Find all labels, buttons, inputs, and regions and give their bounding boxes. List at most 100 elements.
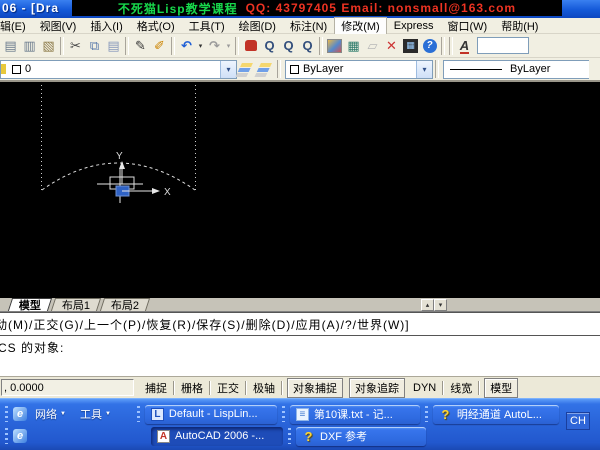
taskbar-task-notepad[interactable]: ≡ 第10课.txt - 记... <box>289 404 420 424</box>
ucs-x-arrowhead <box>152 188 160 194</box>
plot-preview-icon[interactable]: ▥ <box>20 37 39 55</box>
text-style-icon[interactable]: A <box>455 37 474 55</box>
command-history: 动(M)/正交(G)/上一个(P)/恢复(R)/保存(S)/删除(D)/应用(A… <box>0 312 600 336</box>
toggle-grid[interactable]: 栅格 <box>176 379 208 397</box>
quicklaunch-tools-menu[interactable]: 工具 ▼ <box>80 406 111 422</box>
taskbar-task-mingjing-help[interactable]: ? 明经通道 AutoL... <box>432 404 559 424</box>
markup-set-manager-icon[interactable]: ✕ <box>382 37 401 55</box>
cut-icon[interactable]: ✂ <box>66 37 85 55</box>
statusbar-separator <box>478 380 481 395</box>
layer-dropdown-arrow[interactable]: ▾ <box>220 60 236 78</box>
quickcalc-icon[interactable]: ▦ <box>401 37 420 55</box>
language-indicator[interactable]: CH <box>566 412 590 430</box>
undo-caret-icon[interactable]: ▾ <box>196 37 205 55</box>
command-prompt[interactable]: CS 的对象: <box>0 336 600 358</box>
ie-icon[interactable]: e <box>13 429 27 443</box>
statusbar-separator <box>209 380 211 395</box>
taskbar-drag-handle <box>136 406 140 422</box>
banner-contact-text: QQ: 43797405 Email: nonsmall@163.com <box>245 1 517 15</box>
sheetset-manager-icon[interactable]: ▱ <box>363 37 382 55</box>
plot-icon[interactable]: ▤ <box>1 37 20 55</box>
drawing-canvas[interactable]: Y X <box>0 82 600 298</box>
lisplink-icon: L <box>150 407 164 421</box>
toggle-dyn[interactable]: DYN <box>408 381 441 395</box>
taskbar-task-lisplink[interactable]: L Default - LispLin... <box>144 404 277 424</box>
pan-hand-glyph <box>244 40 257 51</box>
menu-item-insert[interactable]: 插入(I) <box>83 17 129 35</box>
help-icon[interactable]: ? <box>420 37 439 55</box>
menu-item-express[interactable]: Express <box>387 19 441 33</box>
color-swatch <box>290 64 299 74</box>
layer-properties-icon[interactable] <box>237 60 256 78</box>
toolbar-separator <box>449 36 453 55</box>
menu-item-format[interactable]: 格式(O) <box>130 17 182 35</box>
toggle-snap[interactable]: 捕捉 <box>140 379 172 397</box>
menu-item-dimension[interactable]: 标注(N) <box>283 17 334 35</box>
layers-stack-glyph <box>259 63 272 67</box>
redo-caret-icon[interactable]: ▾ <box>224 37 233 55</box>
linetype-sample-line <box>450 68 502 70</box>
pan-icon[interactable] <box>241 37 260 55</box>
linetype-value: ByLayer <box>510 63 551 75</box>
toolbar-separator <box>319 36 323 55</box>
publish-icon[interactable]: ▧ <box>39 37 58 55</box>
zoom-realtime-icon[interactable]: Q <box>260 37 279 55</box>
taskbar-row-1: e 网络 ▼ 工具 ▼ L Default - LispLin... ≡ 第10… <box>0 404 600 424</box>
layer-status-icon <box>1 64 6 74</box>
command-window[interactable]: 动(M)/正交(G)/上一个(P)/恢复(R)/保存(S)/删除(D)/应用(A… <box>0 312 600 376</box>
tab-model[interactable]: 模型 <box>7 298 53 312</box>
toggle-model-space[interactable]: 模型 <box>484 377 519 398</box>
toolbar-separator <box>125 36 129 55</box>
ie-window-icon[interactable]: e <box>13 407 27 421</box>
toolbar-separator <box>441 36 445 55</box>
menu-item-tools[interactable]: 工具(T) <box>182 17 232 35</box>
copy-icon[interactable]: ⧉ <box>85 37 104 55</box>
tab-layout2[interactable]: 布局2 <box>100 298 151 312</box>
menu-item-view[interactable]: 视图(V) <box>33 17 84 35</box>
properties-palette-icon[interactable] <box>325 37 344 55</box>
text-style-combo[interactable] <box>477 37 529 54</box>
command-prompt-line: CS 的对象: <box>0 340 65 355</box>
ucs-y-label: Y <box>116 151 123 162</box>
layer-previous-icon[interactable] <box>256 60 275 78</box>
redo-icon[interactable]: ↷ <box>205 37 224 55</box>
properties-palette-glyph <box>327 38 342 53</box>
zoom-window-icon[interactable]: Q <box>279 37 298 55</box>
quicklaunch-network-menu[interactable]: 网络 ▼ <box>35 406 66 422</box>
designcenter-icon[interactable]: ▦ <box>344 37 363 55</box>
toggle-lineweight[interactable]: 线宽 <box>445 379 477 397</box>
scroll-up-button[interactable]: ▴ <box>421 299 434 311</box>
block-editor-icon[interactable]: ✐ <box>150 37 169 55</box>
color-dropdown-arrow[interactable]: ▾ <box>416 60 432 78</box>
taskbar-task-autocad[interactable]: A AutoCAD 2006 -... <box>151 426 283 446</box>
menubar: 辑(E) 视图(V) 插入(I) 格式(O) 工具(T) 绘图(D) 标注(N)… <box>0 16 600 35</box>
window-titlebar[interactable]: 06 - [Dra 不死猫Lisp教学课程 QQ: 43797405 Email… <box>0 0 600 18</box>
paste-icon[interactable]: ▤ <box>104 37 123 55</box>
statusbar-toggles: 捕捉 栅格 正交 极轴 对象捕捉 对象追踪 DYN 线宽 模型 <box>140 377 521 398</box>
statusbar-separator <box>173 380 175 395</box>
menu-item-window[interactable]: 窗口(W) <box>440 17 494 35</box>
menu-item-help[interactable]: 帮助(H) <box>494 17 545 35</box>
help-question-icon: ? <box>304 428 313 444</box>
toggle-osnap[interactable]: 对象捕捉 <box>287 377 343 398</box>
toggle-otrack[interactable]: 对象追踪 <box>349 377 405 398</box>
zoom-previous-icon[interactable]: Q <box>298 37 317 55</box>
layer-dropdown[interactable]: 0 ▾ <box>0 59 237 79</box>
menu-item-modify[interactable]: 修改(M) <box>334 16 387 35</box>
coordinates-display[interactable]: , 0.0000 <box>1 379 134 396</box>
match-properties-icon[interactable]: ✎ <box>131 37 150 55</box>
menu-item-edit[interactable]: 辑(E) <box>0 17 33 35</box>
scroll-down-button[interactable]: ▾ <box>434 299 447 311</box>
tab-layout1[interactable]: 布局1 <box>50 298 102 312</box>
undo-icon[interactable]: ↶ <box>177 37 196 55</box>
color-dropdown[interactable]: ByLayer ▾ <box>285 59 433 79</box>
menu-item-draw[interactable]: 绘图(D) <box>232 17 283 35</box>
autocad-window: 06 - [Dra 不死猫Lisp教学课程 QQ: 43797405 Email… <box>0 0 600 450</box>
toolbar-separator <box>235 36 239 55</box>
statusbar-separator <box>245 380 247 395</box>
linetype-dropdown[interactable]: ByLayer <box>443 59 589 79</box>
toggle-ortho[interactable]: 正交 <box>212 379 244 397</box>
taskbar-drag-handle <box>5 428 8 444</box>
taskbar-task-dxf-reference[interactable]: ? DXF 参考 <box>296 426 426 446</box>
toggle-polar[interactable]: 极轴 <box>248 379 280 397</box>
